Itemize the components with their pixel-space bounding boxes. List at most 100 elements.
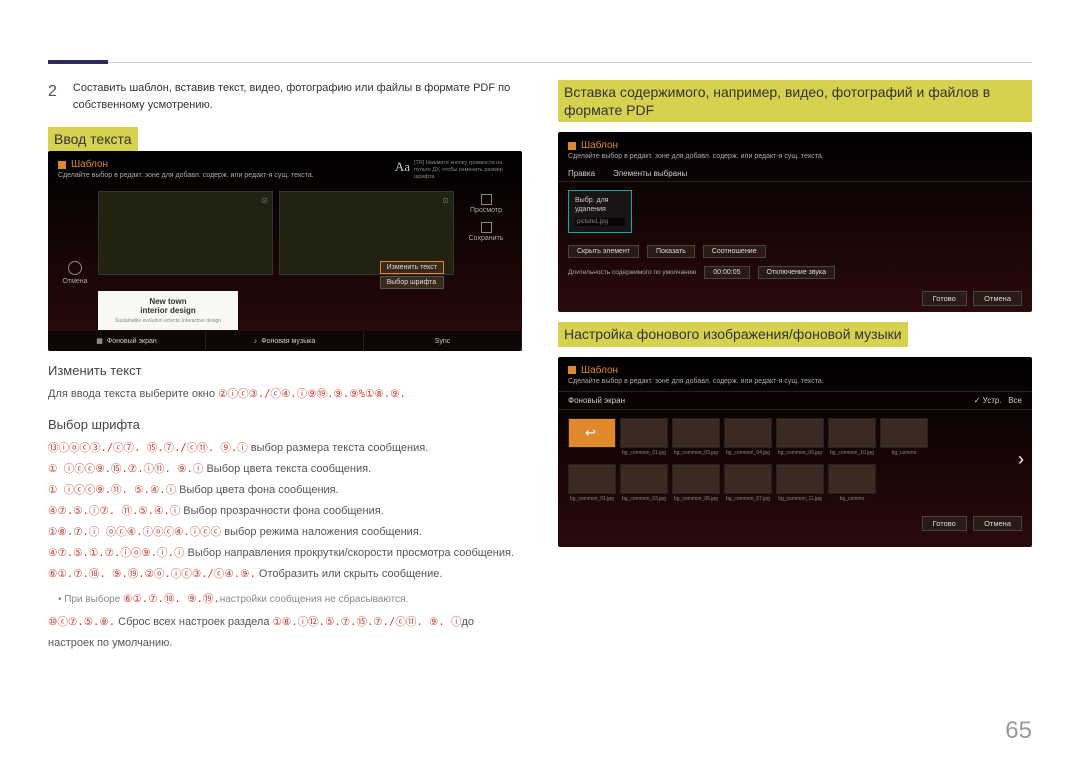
bg-thumbnail[interactable]: bg_common_03.jpg bbox=[620, 464, 668, 502]
page-number: 65 bbox=[1005, 717, 1032, 745]
folder-up[interactable] bbox=[568, 418, 616, 456]
option-desc: Выбор цвета фона сообщения. bbox=[176, 484, 339, 496]
thumbnail-label: bg_common_01.jpg bbox=[620, 450, 668, 456]
thumbnail-label: bg_common_05.jpg bbox=[672, 496, 720, 502]
choose-font-button[interactable]: Выбор шрифта bbox=[380, 276, 444, 289]
bg-thumbnail[interactable]: bg_common_01.jpg bbox=[620, 418, 668, 456]
thumbnail-label: bg_common_11.jpg bbox=[776, 496, 824, 502]
font-option-line: ① ⓘⓒⓒ⑨.⑮.⑦.ⓘ⑪. ⑨.ⓘ Выбор цвета текста со… bbox=[48, 459, 522, 480]
option-desc: Отобразить или скрыть сообщение. bbox=[256, 568, 443, 580]
select-for-delete-label: Выбр. для удаления bbox=[575, 197, 625, 214]
text-preview-box[interactable]: New town interior design Sustainable evo… bbox=[98, 291, 238, 330]
template-icon bbox=[568, 142, 576, 150]
hide-element-button[interactable]: Скрыть элемент bbox=[568, 245, 639, 258]
preview-line2: interior design bbox=[102, 306, 234, 315]
step-text: Составить шаблон, вставив текст, видео, … bbox=[73, 80, 522, 113]
bg-thumbnail[interactable]: bg_common_01.jpg bbox=[568, 464, 616, 502]
top-rule-accent bbox=[48, 60, 108, 64]
music-icon: ♪ bbox=[254, 338, 258, 345]
font-option-line: ⑬ⓘⓞⓒ③./ⓒ⑦. ⑮.⑦./ⓒ⑪. ⑨.ⓘ выбор размера те… bbox=[48, 438, 522, 459]
bg-thumbnail[interactable]: bg_common_07.jpg bbox=[724, 464, 772, 502]
duration-label: Длительность содержимого по умолчанию bbox=[568, 269, 696, 276]
template-zone-1[interactable]: ⊙ bbox=[98, 191, 273, 275]
thumbnail-label: bg_common_06.jpg bbox=[776, 450, 824, 456]
font-option-line: ④⑦.⑤.①.⑦.ⓘⓞ⑨.ⓘ.ⓘ Выбор направления прокр… bbox=[48, 543, 522, 564]
save-icon[interactable] bbox=[481, 222, 492, 233]
heading-insert-content: Вставка содержимого, например, видео, фо… bbox=[558, 80, 1032, 122]
right-column: Вставка содержимого, например, видео, фо… bbox=[558, 80, 1032, 654]
bg-screen-label: Фоновый экран bbox=[568, 396, 625, 405]
heading-bg-settings: Настройка фонового изображения/фоновой м… bbox=[558, 322, 908, 346]
thumbnail-label: bg_common_04.jpg bbox=[724, 450, 772, 456]
bg-thumbnail[interactable]: bg_common_03.jpg bbox=[672, 418, 720, 456]
selected-file-name: picture1.jpg bbox=[575, 218, 625, 226]
tab-selected-elements[interactable]: Элементы выбраны bbox=[613, 169, 687, 178]
selected-item-box[interactable]: Выбр. для удаления picture1.jpg bbox=[568, 190, 632, 233]
preview-line3: Sustainable evolution eclectic interacti… bbox=[102, 318, 234, 324]
screenshot-template-text: Шаблон Сделайте выбор в редакт. зоне для… bbox=[48, 151, 522, 351]
shot1-cancel-control[interactable]: Отмена bbox=[58, 191, 92, 285]
next-arrow-icon[interactable]: › bbox=[1018, 449, 1024, 470]
shot2-subtitle: Сделайте выбор в редакт. зоне для добавл… bbox=[558, 153, 1032, 166]
show-element-button[interactable]: Показать bbox=[647, 245, 695, 258]
left-column: 2 Составить шаблон, вставив текст, видео… bbox=[48, 80, 522, 654]
duration-value[interactable]: 00:00:05 bbox=[704, 266, 749, 279]
preview-line1: New town bbox=[102, 297, 234, 306]
shot2-title-text: Шаблон bbox=[581, 140, 618, 151]
bg-thumbnail[interactable]: bg_commo bbox=[880, 418, 928, 456]
bg-thumbnail[interactable]: bg_common_05.jpg bbox=[672, 464, 720, 502]
thumbnail-label: bg_commo bbox=[880, 450, 928, 456]
option-desc: Выбор направления прокрутки/скорости про… bbox=[184, 547, 514, 559]
zone-menu-icon: ⊙ bbox=[261, 196, 268, 205]
preview-label: Просмотр bbox=[460, 207, 512, 214]
option-code: ⑬ⓘⓞⓒ③./ⓒ⑦. ⑮.⑦./ⓒ⑪. ⑨.ⓘ bbox=[48, 442, 248, 454]
bg-music-tab[interactable]: ♪Фоновая музыка bbox=[206, 331, 364, 351]
option-code: ④⑦.⑤.①.⑦.ⓘⓞ⑨.ⓘ.ⓘ bbox=[48, 547, 184, 559]
font-size-hint: [TR] Нажмите кнопку громкости на пульте … bbox=[414, 160, 510, 181]
heading-choose-font: Выбор шрифта bbox=[48, 417, 522, 432]
preview-icon[interactable] bbox=[481, 194, 492, 205]
done-button[interactable]: Готово bbox=[922, 516, 967, 531]
bg-thumbnail[interactable]: bg_commo bbox=[828, 464, 876, 502]
font-size-icon: Aa bbox=[395, 159, 410, 175]
font-options-list: ⑬ⓘⓞⓒ③./ⓒ⑦. ⑮.⑦./ⓒ⑪. ⑨.ⓘ выбор размера те… bbox=[48, 438, 522, 585]
thumbnail-label: bg_common_03.jpg bbox=[672, 450, 720, 456]
screenshot-edit-elements: Шаблон Сделайте выбор в редакт. зоне для… bbox=[558, 132, 1032, 312]
image-icon: ▦ bbox=[96, 337, 103, 345]
shot2-title: Шаблон bbox=[558, 132, 1032, 153]
option-code: ①⑧.⑦.ⓘ ⓞⓒ④.ⓘⓞⓒ④.ⓘⓒⓒ bbox=[48, 526, 221, 538]
option-code: ① ⓘⓒⓒ⑨.⑪. ⑤.④.ⓘ bbox=[48, 484, 176, 496]
zone-menu-icon: ⊙ bbox=[442, 196, 449, 205]
option-desc: Выбор цвета текста сообщения. bbox=[203, 463, 371, 475]
cancel-button[interactable]: Отмена bbox=[973, 516, 1022, 531]
edit-text-body: Для ввода текста выберите окно ②ⓘⓒ③./ⓒ④.… bbox=[48, 384, 522, 405]
device-filter[interactable]: ✓ Устр. Все bbox=[974, 396, 1022, 405]
sync-tab[interactable]: Sync bbox=[364, 331, 522, 351]
bg-thumbnail[interactable]: bg_common_04.jpg bbox=[724, 418, 772, 456]
bg-screen-tab[interactable]: ▦Фоновый экран bbox=[48, 331, 206, 351]
thumbnail-label: bg_commo bbox=[828, 496, 876, 502]
done-button[interactable]: Готово bbox=[922, 291, 967, 306]
bg-thumbnail[interactable]: bg_common_11.jpg bbox=[776, 464, 824, 502]
edit-text-button[interactable]: Изменить текст bbox=[380, 261, 444, 274]
tab-edit[interactable]: Правка bbox=[568, 169, 595, 178]
thumbnail-label: bg_common_01.jpg bbox=[568, 496, 616, 502]
shot1-title-text: Шаблон bbox=[71, 159, 108, 170]
bg-thumbnail[interactable]: bg_common_06.jpg bbox=[776, 418, 824, 456]
bg-thumbnail[interactable]: bg_common_10.jpg bbox=[828, 418, 876, 456]
thumbnail-label: bg_common_10.jpg bbox=[828, 450, 876, 456]
cancel-button[interactable]: Отмена bbox=[973, 291, 1022, 306]
font-option-line: ⑥①.⑦.⑱. ⑨.⑲.②ⓞ.ⓘⓒ③./ⓒ④.⑨. Отобразить или… bbox=[48, 564, 522, 585]
font-option-line: ①⑧.⑦.ⓘ ⓞⓒ④.ⓘⓞⓒ④.ⓘⓒⓒ выбор режима наложен… bbox=[48, 522, 522, 543]
font-option-line: ① ⓘⓒⓒ⑨.⑪. ⑤.④.ⓘ Выбор цвета фона сообщен… bbox=[48, 480, 522, 501]
template-icon bbox=[58, 161, 66, 169]
template-icon bbox=[568, 366, 576, 374]
screenshot-bg-picker: Шаблон Сделайте выбор в редакт. зоне для… bbox=[558, 357, 1032, 547]
ratio-button[interactable]: Соотношение bbox=[703, 245, 766, 258]
thumbnail-label: bg_common_07.jpg bbox=[724, 496, 772, 502]
option-desc: выбор режима наложения сообщения. bbox=[221, 526, 422, 538]
top-rule bbox=[48, 62, 1032, 63]
font-option-line: ④⑦.⑤.ⓘ⑦. ⑪.⑤.④.ⓘ Выбор прозрачности фона… bbox=[48, 501, 522, 522]
mute-button[interactable]: Отключение звука bbox=[758, 266, 836, 279]
thumbnail-label: bg_common_03.jpg bbox=[620, 496, 668, 502]
